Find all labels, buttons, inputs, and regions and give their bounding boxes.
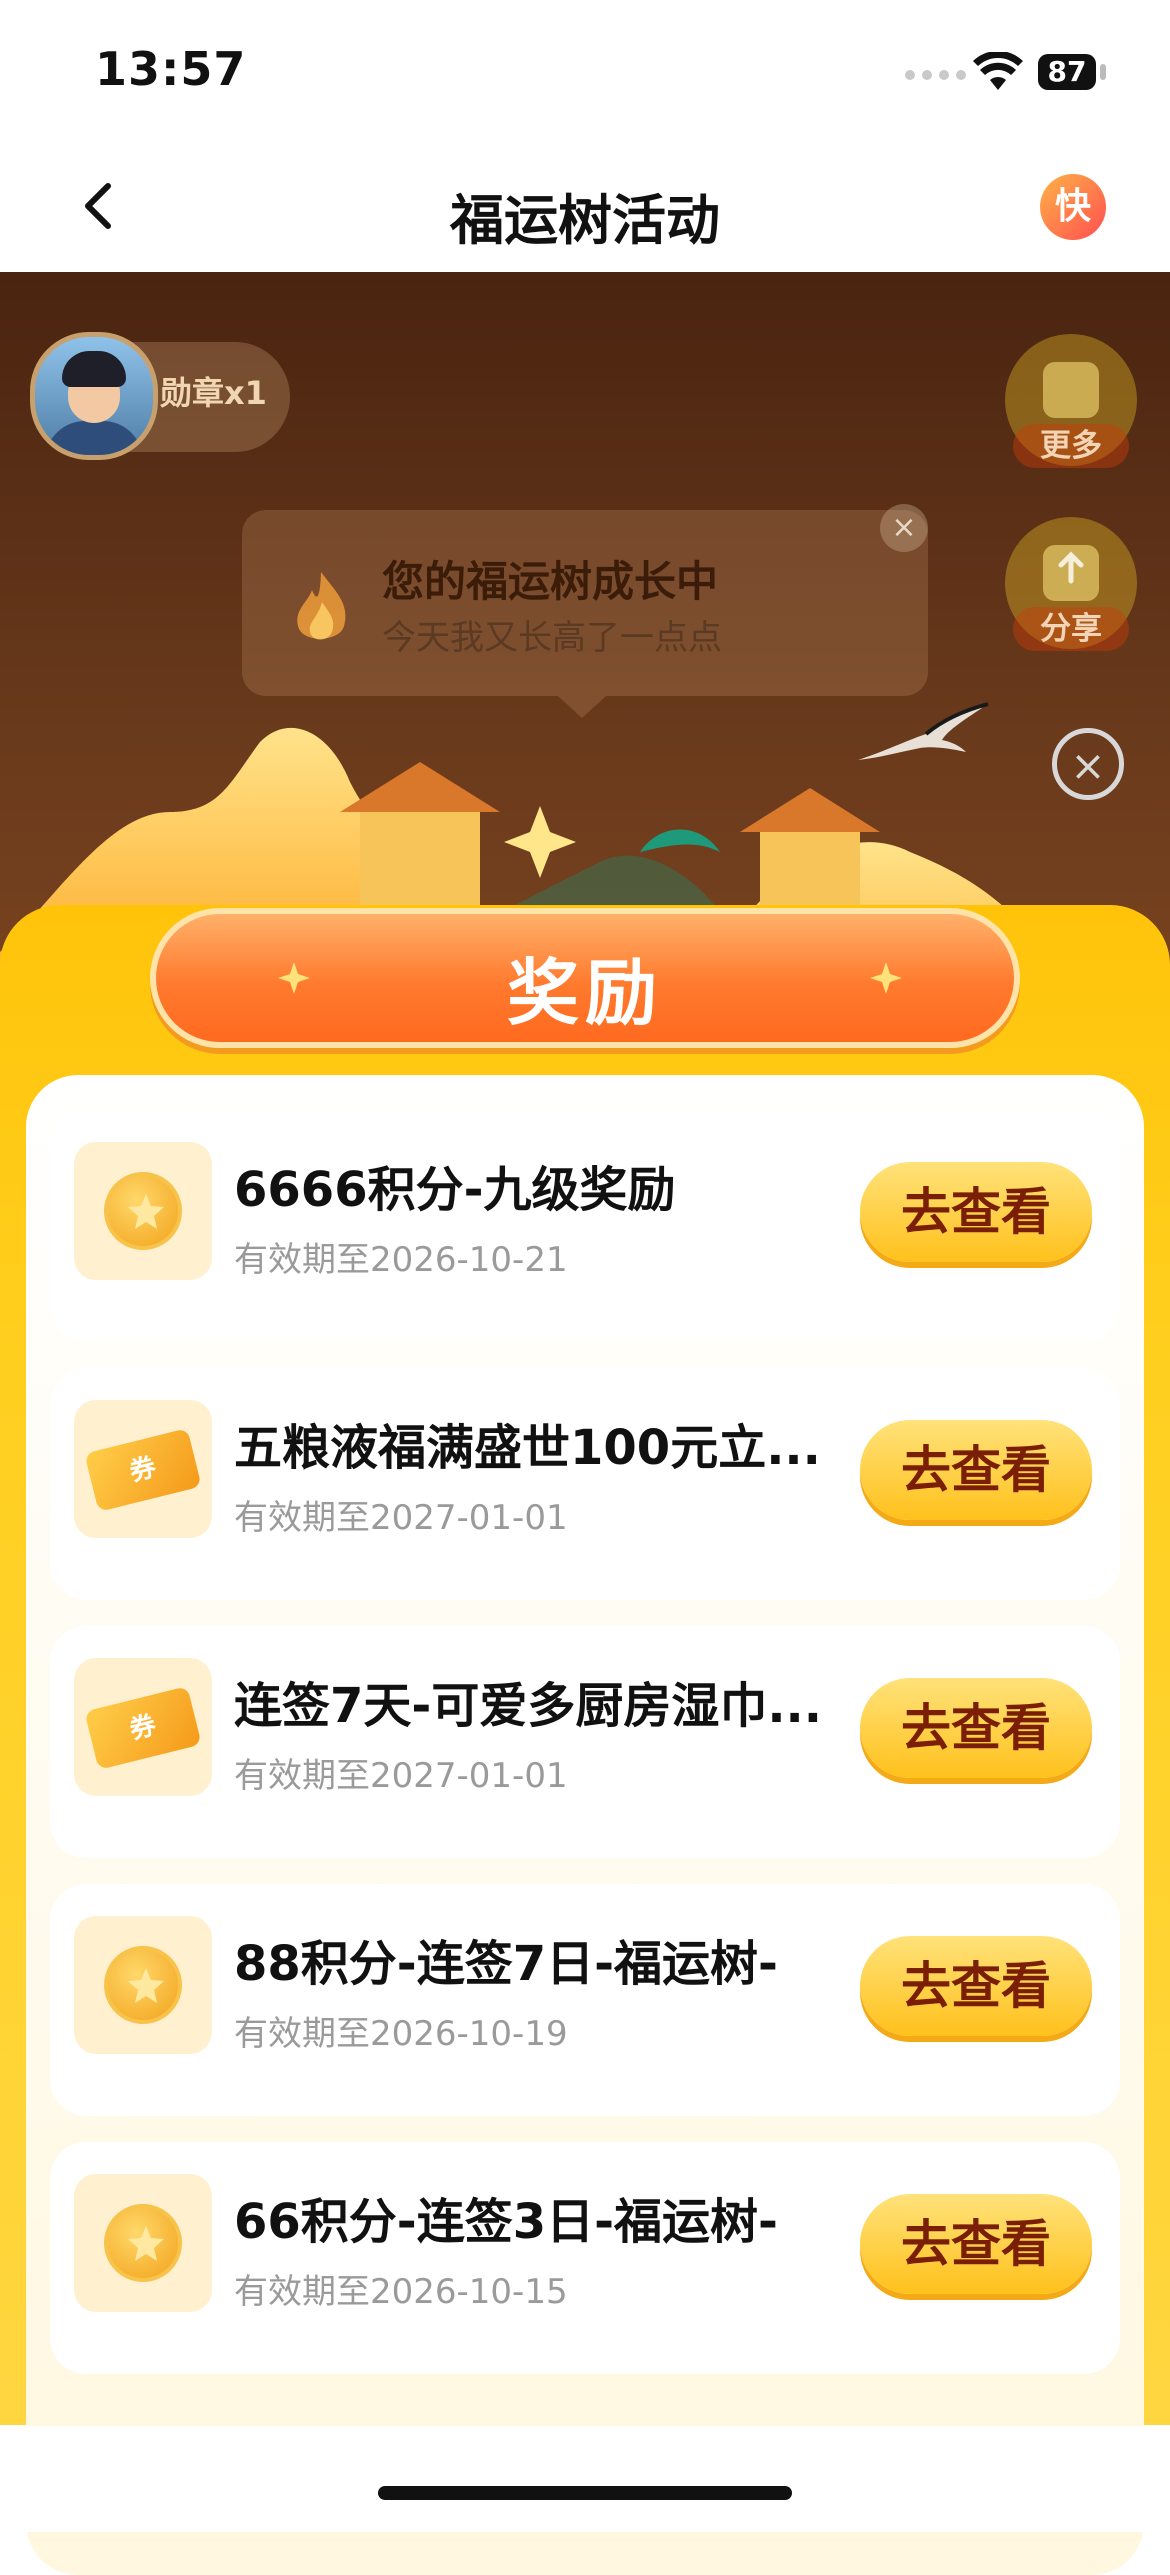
coin-icon: [104, 1172, 182, 1250]
battery-icon: 87: [1038, 54, 1096, 90]
home-bar: [0, 2426, 1170, 2532]
reward-title-text: 6666积分-九级奖励: [234, 1162, 676, 1218]
menu-icon: [1043, 362, 1099, 418]
reward-title-text: 66积分-连签3日-福运树-: [234, 2194, 778, 2250]
coin-icon: [104, 2204, 182, 2282]
reward-expiry: 有效期至2027-01-01: [234, 1756, 568, 1796]
reward-card: 88积分-连签7日-福运树- 有效期至2026-10-19 去查看: [50, 1884, 1120, 2116]
coupon-icon: 券: [84, 1686, 202, 1770]
sparkle-icon: [870, 962, 902, 994]
more-button[interactable]: 更多: [1005, 334, 1137, 468]
view-button[interactable]: 去查看: [860, 1420, 1092, 1520]
coin-icon: [104, 1946, 182, 2024]
reward-card: 6666积分-九级奖励 有效期至2026-10-21 去查看: [50, 1110, 1120, 1342]
status-time: 13:57: [95, 42, 247, 96]
reward-card: 66积分-连签3日-福运树- 有效期至2026-10-15 去查看: [50, 2142, 1120, 2374]
view-button[interactable]: 去查看: [860, 2194, 1092, 2294]
view-button[interactable]: 去查看: [860, 1678, 1092, 1778]
reward-title-text: 88积分-连签7日-福运树-: [234, 1936, 778, 1992]
reward-card: 券 五粮液福满盛世100元立... 有效期至2027-01-01 去查看: [50, 1368, 1120, 1600]
signal-icon: [905, 70, 966, 80]
view-button[interactable]: 去查看: [860, 1162, 1092, 1262]
reward-expiry: 有效期至2026-10-15: [234, 2272, 568, 2312]
share-button[interactable]: 分享: [1005, 517, 1137, 651]
medal-count: 勋章x1: [160, 374, 267, 412]
battery-tip: [1100, 64, 1106, 80]
reward-expiry: 有效期至2026-10-21: [234, 1240, 568, 1280]
wifi-icon: [973, 52, 1023, 90]
reward-thumb: [74, 1142, 212, 1280]
share-icon: [1043, 545, 1099, 601]
kuai-logo-icon[interactable]: 快: [1040, 174, 1106, 240]
more-label: 更多: [1013, 424, 1129, 468]
reward-expiry: 有效期至2026-10-19: [234, 2014, 568, 2054]
bubble-subtitle: 今天我又长高了一点点: [382, 618, 722, 658]
share-label: 分享: [1013, 607, 1129, 651]
growth-bubble: 您的福运树成长中 今天我又长高了一点点 ×: [242, 504, 928, 696]
reward-thumb: [74, 2174, 212, 2312]
reward-thumb: 券: [74, 1400, 212, 1538]
avatar[interactable]: [30, 332, 158, 460]
bubble-title: 您的福运树成长中: [382, 557, 719, 606]
status-bar: 13:57 87: [0, 0, 1170, 150]
reward-thumb: 券: [74, 1658, 212, 1796]
bubble-close-icon[interactable]: ×: [880, 504, 928, 552]
coupon-icon: 券: [84, 1428, 202, 1512]
reward-thumb: [74, 1916, 212, 2054]
view-button[interactable]: 去查看: [860, 1936, 1092, 2036]
home-indicator[interactable]: [378, 2486, 792, 2500]
reward-banner: 奖励: [150, 908, 1020, 1048]
page-title: 福运树活动: [450, 189, 720, 252]
reward-expiry: 有效期至2027-01-01: [234, 1498, 568, 1538]
reward-title-text: 连签7天-可爱多厨房湿巾...: [234, 1678, 823, 1734]
flame-icon: [297, 572, 346, 640]
nav-bar: 福运树活动 快: [0, 150, 1170, 272]
reward-title-text: 五粮液福满盛世100元立...: [234, 1420, 821, 1476]
reward-card: 券 连签7天-可爱多厨房湿巾... 有效期至2027-01-01 去查看: [50, 1626, 1120, 1858]
